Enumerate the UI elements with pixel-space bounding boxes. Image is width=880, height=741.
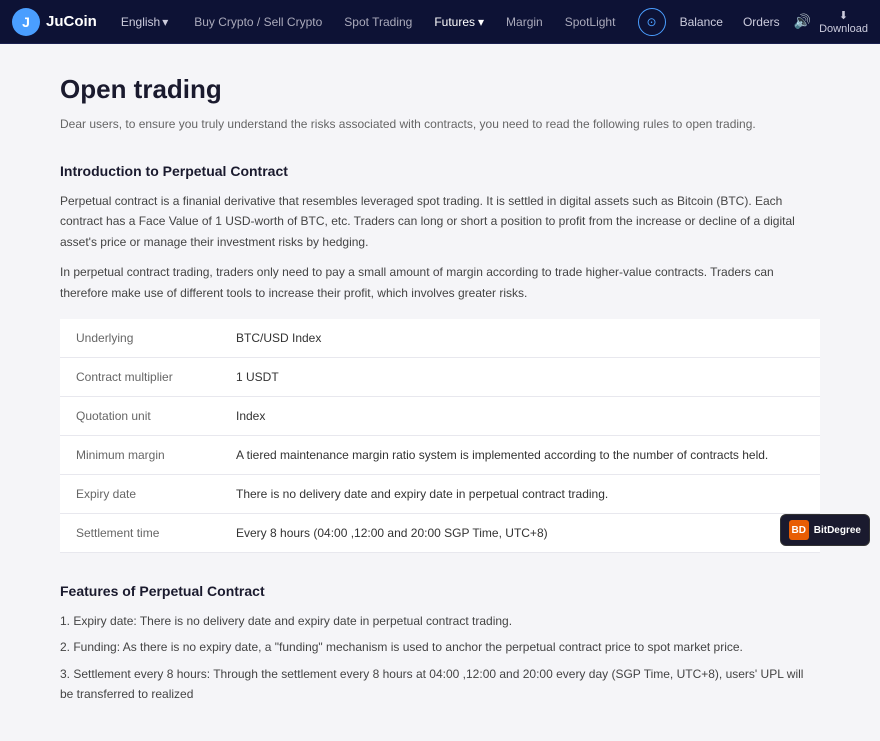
table-row: Expiry date There is no delivery date an… xyxy=(60,474,820,513)
download-button[interactable]: ⬇ Download xyxy=(819,9,868,35)
bitdegree-icon: BD xyxy=(789,520,809,540)
table-cell-label: Contract multiplier xyxy=(60,357,220,396)
page-subtitle: Dear users, to ensure you truly understa… xyxy=(60,115,820,133)
language-selector[interactable]: English ▾ xyxy=(113,11,176,33)
main-content: Open trading Dear users, to ensure you t… xyxy=(0,44,880,741)
bitdegree-label: BitDegree xyxy=(814,525,861,536)
nav-right: ⊙ Balance Orders 🔊 ⬇ Download xyxy=(638,8,868,36)
features-list: 1. Expiry date: There is no delivery dat… xyxy=(60,611,820,705)
nav-margin[interactable]: Margin xyxy=(496,11,553,33)
table-cell-value: A tiered maintenance margin ratio system… xyxy=(220,435,820,474)
feature-item: 3. Settlement every 8 hours: Through the… xyxy=(60,664,820,705)
feature-item: 2. Funding: As there is no expiry date, … xyxy=(60,637,820,657)
logo-icon: J xyxy=(12,8,40,36)
speaker-button[interactable]: 🔊 xyxy=(794,13,811,30)
chevron-down-icon: ▾ xyxy=(478,15,484,29)
page-title: Open trading xyxy=(60,74,820,105)
logo-text: JuCoin xyxy=(46,13,97,30)
chevron-down-icon: ▾ xyxy=(162,15,168,29)
section-features-title: Features of Perpetual Contract xyxy=(60,583,820,599)
speaker-icon: 🔊 xyxy=(794,13,811,29)
table-cell-label: Expiry date xyxy=(60,474,220,513)
table-cell-value: BTC/USD Index xyxy=(220,319,820,358)
nav-futures[interactable]: Futures ▾ xyxy=(424,11,494,33)
table-row: Quotation unit Index xyxy=(60,396,820,435)
table-cell-label: Minimum margin xyxy=(60,435,220,474)
logo[interactable]: J JuCoin xyxy=(12,8,97,36)
feature-item: 1. Expiry date: There is no delivery dat… xyxy=(60,611,820,631)
search-icon: ⊙ xyxy=(647,15,657,29)
table-row: Minimum margin A tiered maintenance marg… xyxy=(60,435,820,474)
nav-links: Buy Crypto / Sell Crypto Spot Trading Fu… xyxy=(184,11,629,33)
download-icon: ⬇ xyxy=(839,9,848,22)
balance-button[interactable]: Balance xyxy=(674,11,729,33)
table-cell-label: Settlement time xyxy=(60,513,220,552)
table-row: Settlement time Every 8 hours (04:00 ,12… xyxy=(60,513,820,552)
nav-spotlight[interactable]: SpotLight xyxy=(555,11,626,33)
nav-buy-crypto[interactable]: Buy Crypto / Sell Crypto xyxy=(184,11,332,33)
orders-button[interactable]: Orders xyxy=(737,11,786,33)
search-button[interactable]: ⊙ xyxy=(638,8,666,36)
table-cell-label: Quotation unit xyxy=(60,396,220,435)
section-intro-para2: In perpetual contract trading, traders o… xyxy=(60,262,820,303)
section-intro-title: Introduction to Perpetual Contract xyxy=(60,163,820,179)
nav-spot-trading[interactable]: Spot Trading xyxy=(334,11,422,33)
table-row: Underlying BTC/USD Index xyxy=(60,319,820,358)
table-cell-label: Underlying xyxy=(60,319,220,358)
table-cell-value: Index xyxy=(220,396,820,435)
table-cell-value: There is no delivery date and expiry dat… xyxy=(220,474,820,513)
bitdegree-badge[interactable]: BD BitDegree xyxy=(780,514,870,546)
table-cell-value: Every 8 hours (04:00 ,12:00 and 20:00 SG… xyxy=(220,513,820,552)
section-intro-para1: Perpetual contract is a finanial derivat… xyxy=(60,191,820,252)
section-intro: Introduction to Perpetual Contract Perpe… xyxy=(60,163,820,303)
navbar: J JuCoin English ▾ Buy Crypto / Sell Cry… xyxy=(0,0,880,44)
section-features: Features of Perpetual Contract 1. Expiry… xyxy=(60,583,820,705)
table-row: Contract multiplier 1 USDT xyxy=(60,357,820,396)
table-cell-value: 1 USDT xyxy=(220,357,820,396)
contract-info-table: Underlying BTC/USD Index Contract multip… xyxy=(60,319,820,553)
